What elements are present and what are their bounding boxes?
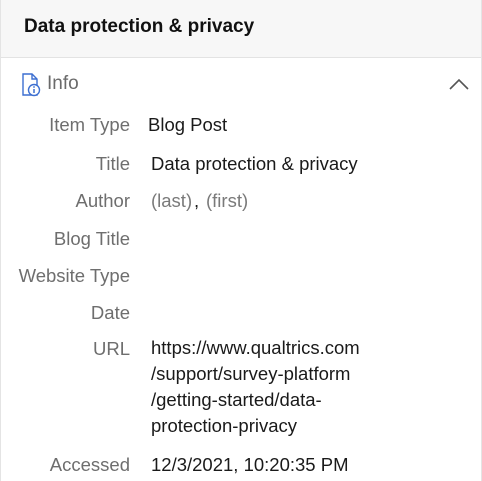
item-pane: Data protection & privacy Info Item Type… (0, 0, 482, 481)
date-field[interactable] (151, 302, 451, 324)
field-label-item-type: Item Type (49, 114, 130, 135)
chevron-up-icon[interactable] (449, 78, 469, 90)
author-last-field[interactable]: (last) (151, 190, 192, 212)
field-label-title: Title (95, 153, 130, 174)
field-label-author[interactable]: Author (75, 190, 130, 212)
url-line: /getting-started/data- (151, 389, 322, 410)
author-first-field[interactable]: (first) (206, 190, 248, 212)
item-header-title: Data protection & privacy (24, 16, 255, 37)
info-section-title: Info (47, 73, 79, 94)
blog-title-field[interactable] (151, 228, 451, 250)
field-label-accessed: Accessed (49, 454, 130, 475)
item-header: Data protection & privacy (1, 0, 481, 58)
accessed-field[interactable]: 12/3/2021, 10:20:35 PM (151, 454, 348, 476)
author-separator: , (194, 190, 200, 211)
field-label-date: Date (90, 302, 130, 323)
url-line: /support/survey-platform (151, 363, 351, 384)
field-label-blog-title: Blog Title (53, 228, 130, 249)
url-line: https://www.qualtrics.com (151, 337, 360, 358)
field-label-url[interactable]: URL (93, 338, 130, 360)
url-field[interactable]: https://www.qualtrics.com /support/surve… (151, 335, 360, 439)
item-type-select[interactable]: Blog Post (148, 114, 227, 136)
url-line: protection-privacy (151, 415, 298, 436)
field-label-website-type: Website Type (18, 265, 130, 286)
title-field[interactable]: Data protection & privacy (151, 153, 358, 175)
document-info-icon (22, 73, 41, 97)
website-type-field[interactable] (151, 265, 451, 287)
